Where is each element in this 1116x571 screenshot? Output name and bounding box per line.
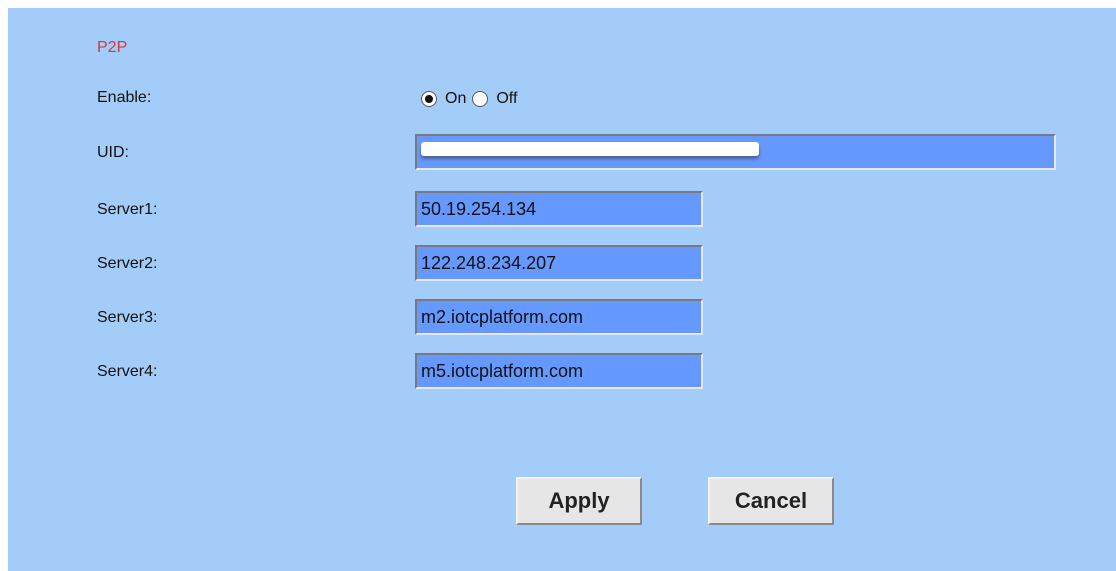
radio-off-label: Off — [496, 90, 518, 107]
server1-label: Server1: — [97, 201, 158, 218]
server3-input[interactable] — [415, 299, 703, 335]
server3-label: Server3: — [97, 309, 158, 326]
radio-on[interactable] — [421, 91, 437, 107]
enable-radio-group: On Off — [421, 90, 523, 108]
cancel-button[interactable]: Cancel — [708, 477, 834, 525]
uid-redaction-mark — [421, 142, 759, 156]
server4-input[interactable] — [415, 353, 703, 389]
server2-label: Server2: — [97, 255, 158, 272]
radio-off[interactable] — [472, 91, 489, 107]
radio-on-label: On — [445, 90, 467, 107]
enable-label: Enable: — [97, 89, 152, 106]
uid-label: UID: — [97, 144, 129, 161]
server2-input[interactable] — [415, 245, 703, 281]
server1-input[interactable] — [415, 191, 703, 227]
server4-label: Server4: — [97, 363, 158, 380]
section-title: P2P — [97, 39, 128, 56]
apply-button[interactable]: Apply — [516, 477, 642, 525]
